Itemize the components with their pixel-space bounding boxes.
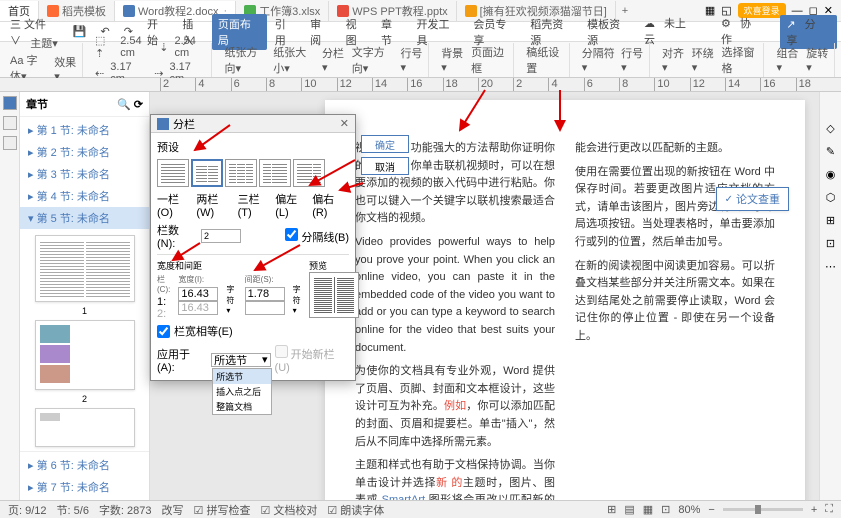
nav-thumb-icon[interactable]	[3, 116, 17, 130]
thumbnail[interactable]	[35, 408, 135, 447]
status-read[interactable]: ☑ 朗读字体	[327, 502, 384, 518]
zoom-slider[interactable]	[723, 508, 803, 511]
preset-three[interactable]	[225, 159, 257, 187]
tool-icon[interactable]: ◉	[826, 168, 836, 181]
ruler: 246810121416182024681012141618	[0, 78, 841, 92]
thumb-num: 2	[82, 394, 87, 404]
nav-bookmark-icon[interactable]	[3, 136, 17, 150]
apply-option[interactable]: 整篇文档	[213, 399, 271, 414]
ribbon-arrange[interactable]: 对齐▾环绕▾选择窗格	[658, 43, 764, 77]
status-page[interactable]: 页: 9/12	[8, 502, 47, 518]
apply-option[interactable]: 所选节	[213, 369, 271, 384]
zoom-value[interactable]: 80%	[678, 504, 700, 516]
search-icon[interactable]: 🔍 ⟳	[117, 98, 143, 111]
thumbnail[interactable]	[35, 320, 135, 390]
cols-input[interactable]	[201, 229, 241, 243]
preview	[309, 272, 359, 318]
width-label: 宽度和间距	[157, 259, 303, 272]
ribbon-breaks[interactable]: 分隔符▾行号▾	[578, 43, 650, 77]
dialog-title: 分栏	[173, 116, 195, 132]
status-mode[interactable]: 改写	[162, 502, 184, 518]
nav-item[interactable]: ▸ 第 4 节: 未命名	[20, 185, 149, 207]
tool-icon[interactable]: ⊞	[826, 214, 835, 227]
nav-outline-icon[interactable]	[3, 96, 17, 110]
cols-label: 栏数(N):	[157, 222, 197, 250]
status-spell[interactable]: ☑ 拼写检查	[194, 502, 251, 518]
space-input-2	[245, 301, 285, 315]
fullscreen-icon[interactable]: ⛶	[825, 503, 833, 516]
dialog-icon	[157, 118, 169, 130]
apply-option[interactable]: 插入点之后	[213, 384, 271, 399]
width-input[interactable]: 16.43	[178, 287, 218, 301]
status-section: 节: 5/6	[57, 502, 89, 518]
preview-label: 预览	[309, 259, 359, 272]
nav-item[interactable]: ▸ 第 1 节: 未命名	[20, 119, 149, 141]
tool-icon[interactable]: ⬡	[826, 191, 836, 204]
nav-item[interactable]: ▸ 第 6 节: 未命名	[20, 454, 149, 476]
ok-button[interactable]: 确定	[361, 135, 409, 153]
view-icon[interactable]: ▤	[624, 503, 634, 516]
zoom-out[interactable]: −	[708, 504, 714, 516]
equal-checkbox[interactable]	[157, 325, 170, 338]
space-input[interactable]: 1.78	[245, 287, 285, 301]
preset-label: 预设	[157, 139, 349, 155]
newcol-checkbox	[275, 345, 288, 358]
ribbon-theme[interactable]: 主题▾ Aa 字体▾效果▾	[6, 43, 83, 77]
paper-check-button[interactable]: ✓ 论文查重	[716, 187, 789, 211]
para: 能会进行更改以匹配新的主题。	[575, 140, 775, 158]
nav-item-selected[interactable]: ▾ 第 5 节: 未命名	[20, 207, 149, 229]
ribbon-page[interactable]: 纸张方向▾纸张大小▾分栏▾文字方向▾行号▾	[220, 43, 429, 77]
status-proof[interactable]: ☑ 文档校对	[260, 502, 317, 518]
thumb-num: 1	[82, 306, 87, 316]
view-icon[interactable]: ⊡	[661, 503, 670, 516]
para: 主题和样式也有助于文档保持协调。当你单击设计并选择新 的主题时，图片、图表或 S…	[355, 457, 555, 500]
nav-item[interactable]: ▸ 第 3 节: 未命名	[20, 163, 149, 185]
dialog-close-icon[interactable]: ✕	[340, 117, 349, 130]
nav-item[interactable]: ▸ 第 2 节: 未命名	[20, 141, 149, 163]
preset-one[interactable]	[157, 159, 189, 187]
ribbon-margins[interactable]: ⬚ ⇡2.54 cm ⇣2.54 cm ⇠3.17 cm ⇢3.17 cm	[91, 43, 212, 77]
thumbnail[interactable]	[35, 235, 135, 302]
ribbon-bg[interactable]: 背景▾页面边框	[437, 43, 514, 77]
ribbon-paper[interactable]: 稿纸设置	[522, 43, 570, 77]
zoom-in[interactable]: +	[811, 504, 817, 516]
preset-two[interactable]	[191, 159, 223, 187]
para: Video provides powerful ways to help you…	[355, 234, 555, 357]
columns-dialog: 分栏 ✕ 预设 一栏(O)两栏(W)三栏(T)偏左(L)偏右(R) 确定 取消	[150, 114, 356, 381]
tool-icon[interactable]: ◇	[826, 122, 834, 135]
tool-icon[interactable]: ✎	[826, 145, 835, 158]
word-icon	[123, 5, 135, 17]
para: 在新的阅读视图中阅读更加容易。可以折叠文档某些部分并关注所需文本。如果在达到结尾…	[575, 258, 775, 346]
view-icon[interactable]: ⊞	[607, 503, 616, 516]
tool-icon[interactable]: ⊡	[826, 237, 835, 250]
status-words[interactable]: 字数: 2873	[99, 502, 152, 518]
apply-select[interactable]: 所选节▾ 所选节 插入点之后 整篇文档	[211, 353, 270, 367]
preset-right[interactable]	[293, 159, 325, 187]
view-icon[interactable]: ▦	[643, 503, 653, 516]
cancel-button[interactable]: 取消	[361, 157, 409, 175]
para: 为使你的文档具有专业外观，Word 提供了页眉、页脚、封面和文本框设计，这些设计…	[355, 363, 555, 451]
apply-label: 应用于(A):	[157, 346, 207, 374]
tool-icon[interactable]: ⋯	[825, 260, 836, 273]
line-checkbox[interactable]	[285, 228, 298, 241]
nav-item[interactable]: ▸ 第 7 节: 未命名	[20, 476, 149, 498]
ribbon-group[interactable]: 组合▾旋转▾	[772, 43, 835, 77]
preset-left[interactable]	[259, 159, 291, 187]
qat-save[interactable]: 💾	[67, 25, 93, 38]
nav-title: 章节🔍 ⟳	[20, 92, 149, 117]
width-input-2: 16.43	[178, 301, 218, 315]
